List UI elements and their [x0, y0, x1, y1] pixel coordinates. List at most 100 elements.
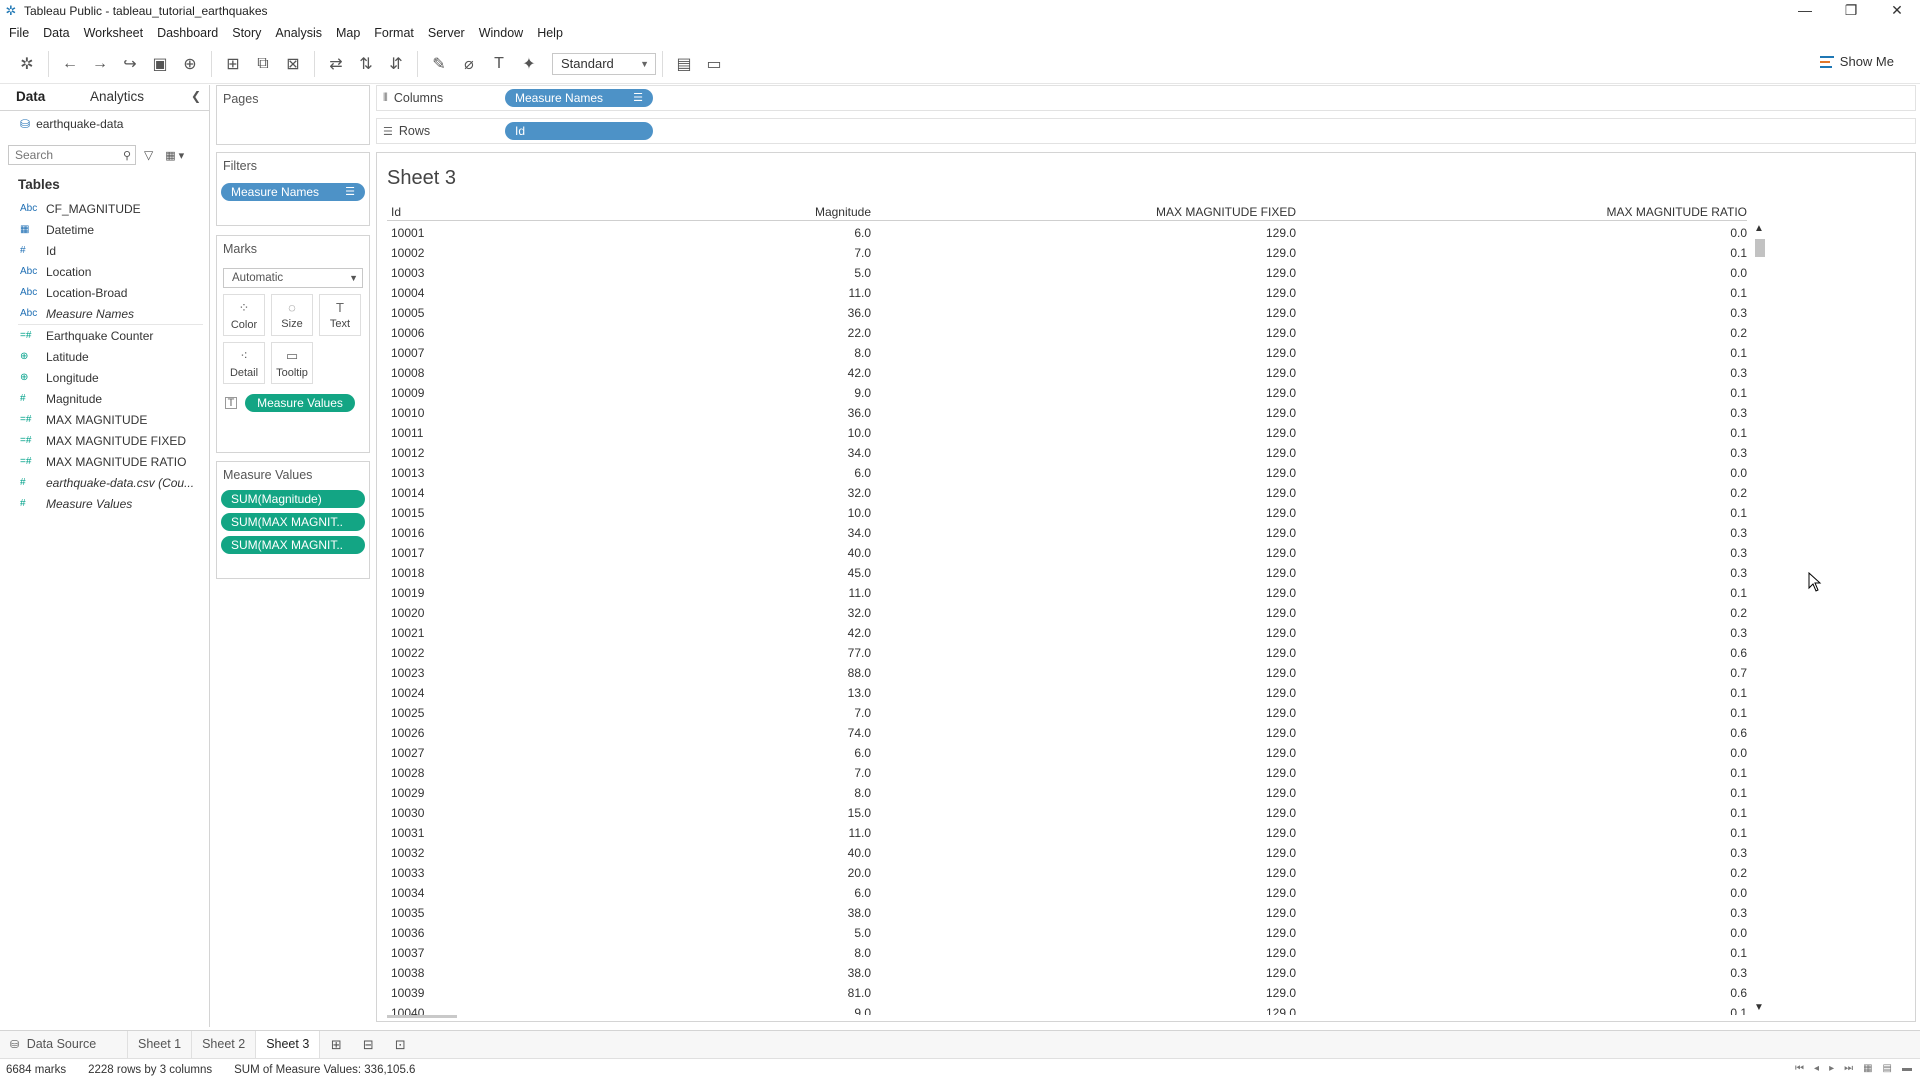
show-mark-labels-icon[interactable]: T	[484, 50, 514, 78]
table-row[interactable]: 10033 20.0 129.0 0.2	[387, 863, 1747, 883]
tooltip-button[interactable]: ▭ Tooltip	[271, 342, 313, 384]
table-row[interactable]: 10007 8.0 129.0 0.1	[387, 343, 1747, 363]
table-row[interactable]: 10019 11.0 129.0 0.1	[387, 583, 1747, 603]
menu-data[interactable]: Data	[38, 26, 78, 40]
field-item[interactable]: =# Earthquake Counter	[0, 325, 209, 346]
swap-rows-columns-icon[interactable]: ⇄	[321, 50, 351, 78]
tab-data-source[interactable]: ⛁ Data Source	[0, 1031, 128, 1058]
sort-descending-icon[interactable]: ⇵	[381, 50, 411, 78]
undo-icon[interactable]: ←	[55, 50, 85, 78]
sheet-sorter-icon[interactable]: ▦	[1863, 1063, 1872, 1074]
field-item[interactable]: ▦ Datetime	[0, 219, 209, 240]
size-button[interactable]: ◌ Size	[271, 294, 313, 336]
table-row[interactable]: 10023 88.0 129.0 0.7	[387, 663, 1747, 683]
field-item[interactable]: # Magnitude	[0, 388, 209, 409]
search-input[interactable]	[15, 148, 115, 162]
table-row[interactable]: 10028 7.0 129.0 0.1	[387, 763, 1747, 783]
table-row[interactable]: 10008 42.0 129.0 0.3	[387, 363, 1747, 383]
menu-file[interactable]: File	[4, 26, 38, 40]
table-row[interactable]: 10004 11.0 129.0 0.1	[387, 283, 1747, 303]
table-row[interactable]: 10029 8.0 129.0 0.1	[387, 783, 1747, 803]
detail-button[interactable]: ⁖ Detail	[223, 342, 265, 384]
scroll-up-icon[interactable]: ▲	[1754, 223, 1764, 234]
previous-sheet-icon[interactable]: ◂	[1814, 1063, 1819, 1074]
show-me-button[interactable]: Show Me	[1819, 54, 1894, 69]
filter-pill-measure-names[interactable]: Measure Names ☰	[221, 183, 365, 201]
menu-help[interactable]: Help	[532, 26, 572, 40]
replay-icon[interactable]: ↪	[115, 50, 145, 78]
group-members-icon[interactable]: ⌀	[454, 50, 484, 78]
table-row[interactable]: 10012 34.0 129.0 0.3	[387, 443, 1747, 463]
new-worksheet-icon[interactable]: ⊞	[218, 50, 248, 78]
table-row[interactable]: 10039 81.0 129.0 0.6	[387, 983, 1747, 1003]
measure-pill[interactable]: SUM(MAX MAGNIT..	[221, 536, 365, 554]
new-dashboard-icon[interactable]: ⊟	[352, 1031, 384, 1058]
first-sheet-icon[interactable]: ⏮	[1795, 1063, 1804, 1074]
table-row[interactable]: 10009 9.0 129.0 0.1	[387, 383, 1747, 403]
table-row[interactable]: 10013 6.0 129.0 0.0	[387, 463, 1747, 483]
close-button[interactable]: ✕	[1874, 0, 1920, 22]
table-row[interactable]: 10040 9.0 129.0 0.1	[387, 1003, 1747, 1015]
tab-analytics[interactable]: Analytics	[76, 85, 196, 110]
column-header-max-magnitude-ratio[interactable]: MAX MAGNITUDE RATIO	[1607, 205, 1747, 219]
filters-card[interactable]: Filters Measure Names ☰	[216, 152, 370, 226]
table-row[interactable]: 10030 15.0 129.0 0.1	[387, 803, 1747, 823]
table-row[interactable]: 10001 6.0 129.0 0.0	[387, 223, 1747, 243]
column-header-max-magnitude-fixed[interactable]: MAX MAGNITUDE FIXED	[1156, 205, 1296, 219]
collapse-pane-icon[interactable]: ❮	[191, 89, 201, 103]
menu-window[interactable]: Window	[474, 26, 532, 40]
menu-dashboard[interactable]: Dashboard	[152, 26, 227, 40]
table-row[interactable]: 10010 36.0 129.0 0.3	[387, 403, 1747, 423]
rows-pill-id[interactable]: Id	[505, 122, 653, 140]
table-row[interactable]: 10027 6.0 129.0 0.0	[387, 743, 1747, 763]
table-row[interactable]: 10026 74.0 129.0 0.6	[387, 723, 1747, 743]
new-datasource-icon[interactable]: ⊕	[175, 50, 205, 78]
duplicate-sheet-icon[interactable]: ⧉	[248, 50, 278, 78]
table-row[interactable]: 10018 45.0 129.0 0.3	[387, 563, 1747, 583]
field-item[interactable]: # Measure Values	[0, 493, 209, 514]
table-row[interactable]: 10006 22.0 129.0 0.2	[387, 323, 1747, 343]
color-button[interactable]: ⁘ Color	[223, 294, 265, 336]
table-row[interactable]: 10035 38.0 129.0 0.3	[387, 903, 1747, 923]
table-row[interactable]: 10025 7.0 129.0 0.1	[387, 703, 1747, 723]
table-row[interactable]: 10016 34.0 129.0 0.3	[387, 523, 1747, 543]
field-item[interactable]: Abc Location	[0, 261, 209, 282]
table-row[interactable]: 10021 42.0 129.0 0.3	[387, 623, 1747, 643]
marks-pill-measure-values[interactable]: Measure Values	[245, 394, 355, 412]
table-row[interactable]: 10024 13.0 129.0 0.1	[387, 683, 1747, 703]
restore-button[interactable]: ❐	[1828, 0, 1874, 22]
next-sheet-icon[interactable]: ▸	[1829, 1063, 1834, 1074]
table-row[interactable]: 10017 40.0 129.0 0.3	[387, 543, 1747, 563]
redo-icon[interactable]: →	[85, 50, 115, 78]
new-story-icon[interactable]: ⊡	[384, 1031, 416, 1058]
field-item[interactable]: =# MAX MAGNITUDE	[0, 409, 209, 430]
new-worksheet-icon[interactable]: ⊞	[320, 1031, 352, 1058]
field-item[interactable]: Abc CF_MAGNITUDE	[0, 198, 209, 219]
table-row[interactable]: 10032 40.0 129.0 0.3	[387, 843, 1747, 863]
table-row[interactable]: 10034 6.0 129.0 0.0	[387, 883, 1747, 903]
field-item[interactable]: ⊕ Longitude	[0, 367, 209, 388]
tab-sheet-3[interactable]: Sheet 3	[256, 1031, 321, 1058]
measure-pill[interactable]: SUM(Magnitude)	[221, 490, 365, 508]
rows-shelf[interactable]: ☰ Rows Id	[376, 118, 1916, 144]
measure-pill[interactable]: SUM(MAX MAGNIT..	[221, 513, 365, 531]
menu-format[interactable]: Format	[369, 26, 423, 40]
clear-sheet-icon[interactable]: ⊠	[278, 50, 308, 78]
table-row[interactable]: 10011 10.0 129.0 0.1	[387, 423, 1747, 443]
columns-shelf[interactable]: ⦀ Columns Measure Names ☰	[376, 85, 1916, 111]
scroll-down-icon[interactable]: ▼	[1754, 1002, 1764, 1013]
tab-sheet-1[interactable]: Sheet 1	[128, 1031, 193, 1058]
menu-worksheet[interactable]: Worksheet	[79, 26, 153, 40]
table-row[interactable]: 10022 77.0 129.0 0.6	[387, 643, 1747, 663]
field-item[interactable]: # earthquake-data.csv (Cou...	[0, 472, 209, 493]
table-row[interactable]: 10005 36.0 129.0 0.3	[387, 303, 1747, 323]
presentation-mode-icon[interactable]: ▭	[699, 50, 729, 78]
table-row[interactable]: 10015 10.0 129.0 0.1	[387, 503, 1747, 523]
field-item[interactable]: =# MAX MAGNITUDE RATIO	[0, 451, 209, 472]
highlight-icon[interactable]: ✎	[424, 50, 454, 78]
table-row[interactable]: 10036 5.0 129.0 0.0	[387, 923, 1747, 943]
menu-story[interactable]: Story	[227, 26, 270, 40]
show-hide-cards-icon[interactable]: ▤	[669, 50, 699, 78]
field-item[interactable]: Abc Measure Names	[0, 303, 209, 324]
menu-server[interactable]: Server	[423, 26, 474, 40]
